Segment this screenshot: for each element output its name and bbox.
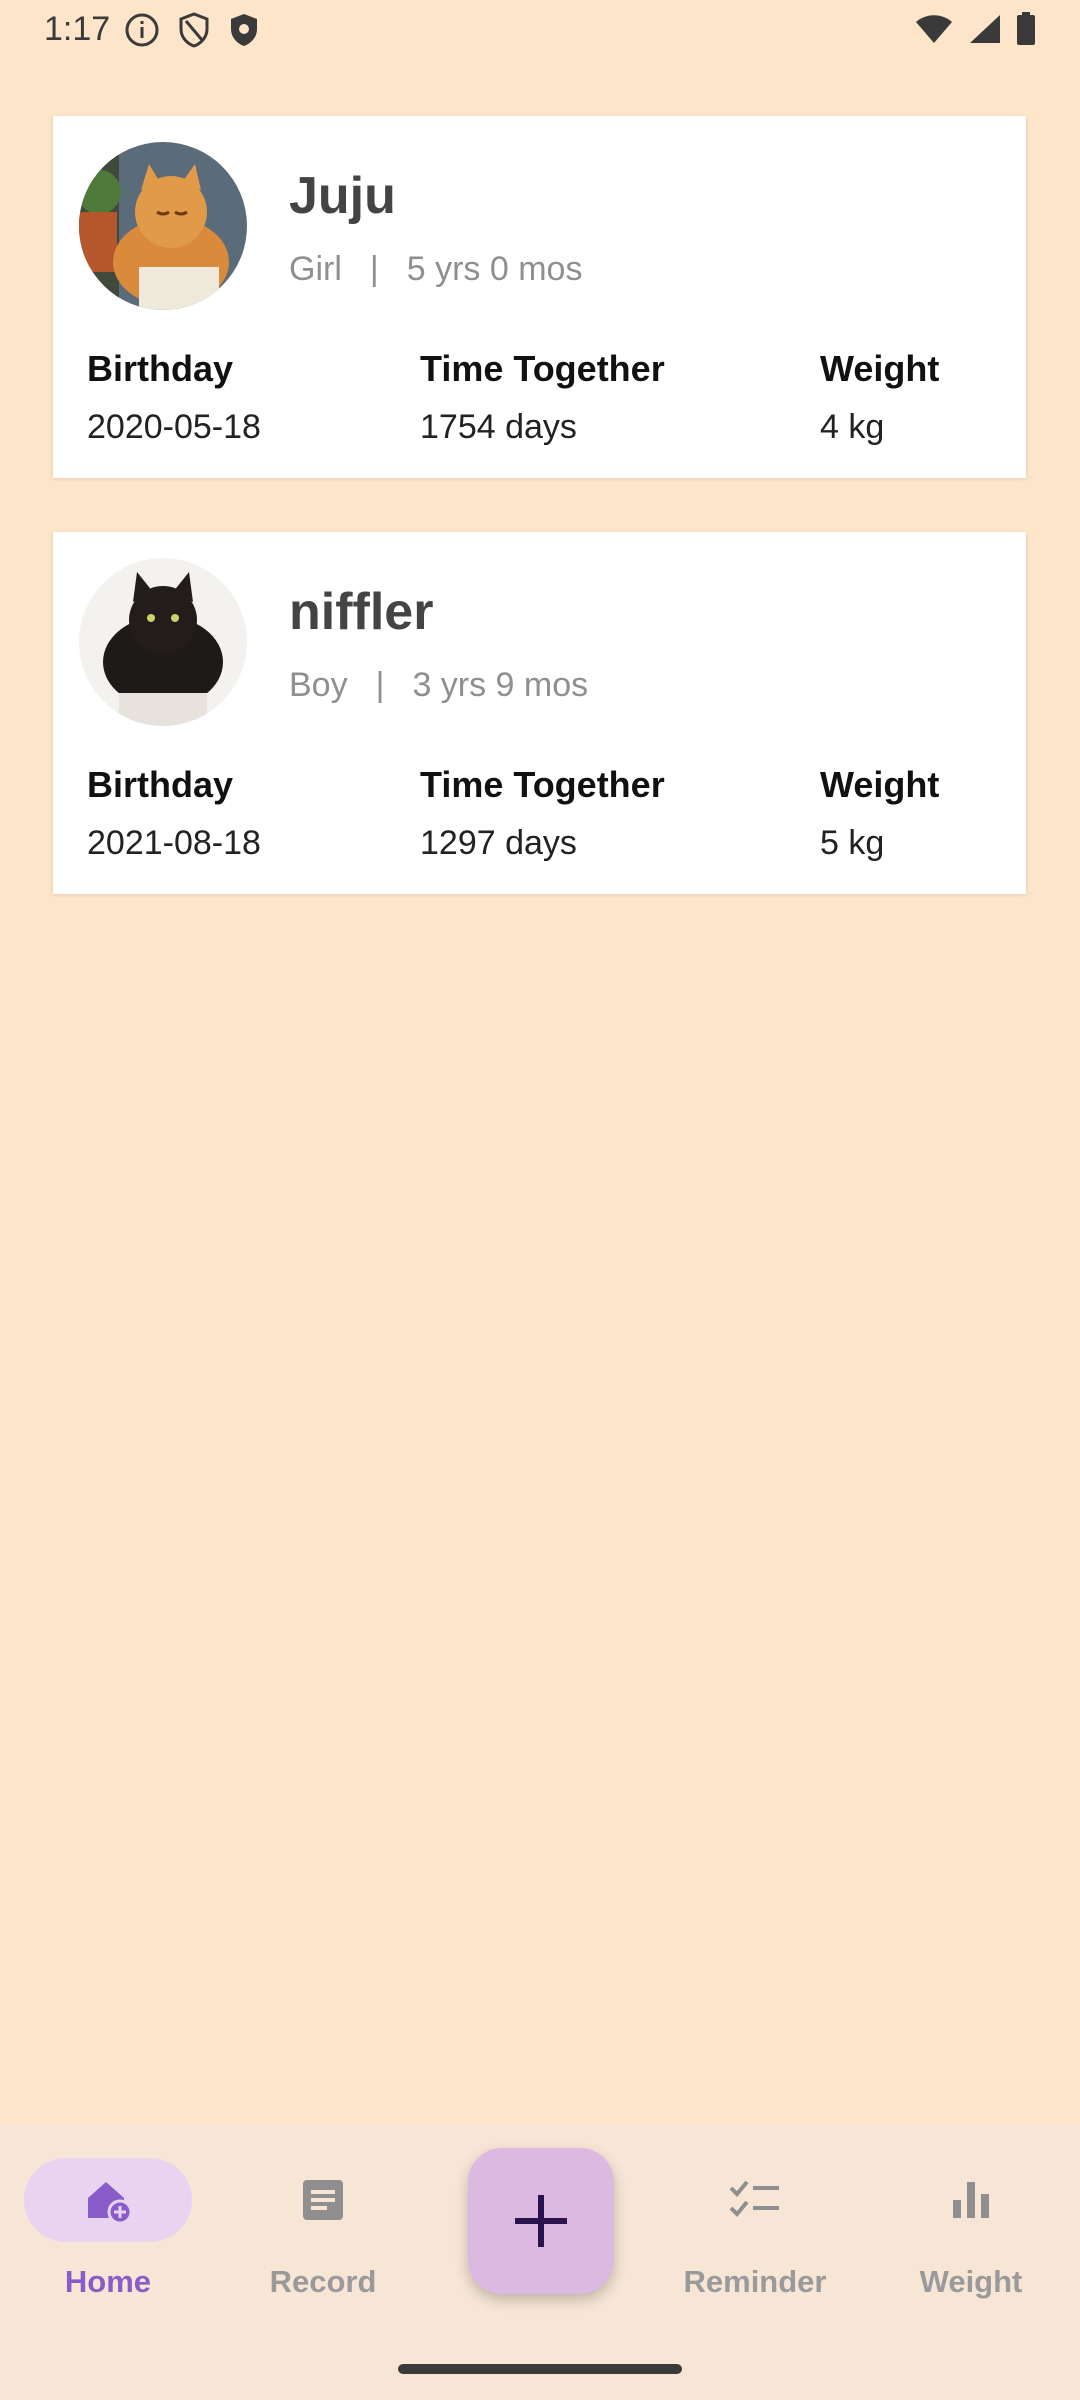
info-icon [125, 13, 159, 47]
time-together-value: 1297 days [420, 824, 577, 862]
time-together-label: Time Together [420, 764, 665, 805]
battery-icon [1017, 12, 1035, 45]
weight-value: 5 kg [820, 824, 885, 862]
subtitle-separator: | [375, 666, 385, 704]
cellular-icon [970, 15, 1000, 43]
nav-item-reminder[interactable]: Reminder [655, 2124, 855, 2304]
nav-item-weight[interactable]: Weight [871, 2124, 1071, 2304]
shield-icon [179, 12, 209, 48]
pet-gender: Girl [289, 250, 342, 288]
pet-avatar [79, 142, 247, 310]
orange-cat-photo [79, 142, 247, 310]
document-icon [303, 2180, 343, 2220]
home-add-icon [88, 2182, 133, 2225]
bar-chart-icon [953, 2182, 989, 2218]
pet-name: Juju [289, 167, 396, 225]
birthday-label: Birthday [87, 348, 234, 389]
time-together-value: 1754 days [420, 408, 577, 446]
birthday-value: 2021-08-18 [87, 824, 261, 862]
pet-subtitle: Girl | 5 yrs 0 mos [289, 250, 582, 289]
pet-card-niffler[interactable]: niffler Boy | 3 yrs 9 mos Birthday Time To… [53, 532, 1026, 894]
weight-label: Weight [820, 764, 940, 805]
pet-name: niffler [289, 583, 434, 641]
nav-active-pill [24, 2158, 192, 2242]
nav-label-reminder: Reminder [683, 2264, 827, 2299]
gesture-bar[interactable] [398, 2364, 682, 2374]
nav-item-record[interactable]: Record [223, 2124, 423, 2304]
shield-filled-icon [231, 14, 257, 46]
birthday-label: Birthday [87, 764, 234, 805]
pet-age: 3 yrs 9 mos [412, 666, 589, 704]
subtitle-separator: | [369, 250, 379, 288]
black-cat-photo [79, 558, 247, 726]
pet-avatar [79, 558, 247, 726]
pet-gender: Boy [289, 666, 348, 704]
time-together-label: Time Together [420, 348, 665, 389]
weight-label: Weight [820, 348, 940, 389]
pet-age: 5 yrs 0 mos [406, 250, 583, 288]
plus-icon [515, 2195, 567, 2247]
nav-label-home: Home [64, 2264, 152, 2299]
status-bar: 1:17 [0, 0, 1080, 60]
status-right-icons [914, 12, 1036, 46]
weight-value: 4 kg [820, 408, 885, 446]
nav-label-weight: Weight [919, 2264, 1023, 2299]
pet-subtitle: Boy | 3 yrs 9 mos [289, 666, 588, 705]
nav-item-home[interactable]: Home [8, 2124, 208, 2304]
birthday-value: 2020-05-18 [87, 408, 261, 446]
status-time: 1:17 [44, 10, 111, 48]
add-fab-button[interactable] [468, 2148, 614, 2294]
pet-card-juju[interactable]: Juju Girl | 5 yrs 0 mos Birthday Time Toge… [53, 116, 1026, 478]
wifi-icon [916, 15, 952, 43]
checklist-icon [729, 2180, 779, 2217]
status-left-icons [124, 12, 260, 48]
nav-label-record: Record [269, 2264, 377, 2299]
